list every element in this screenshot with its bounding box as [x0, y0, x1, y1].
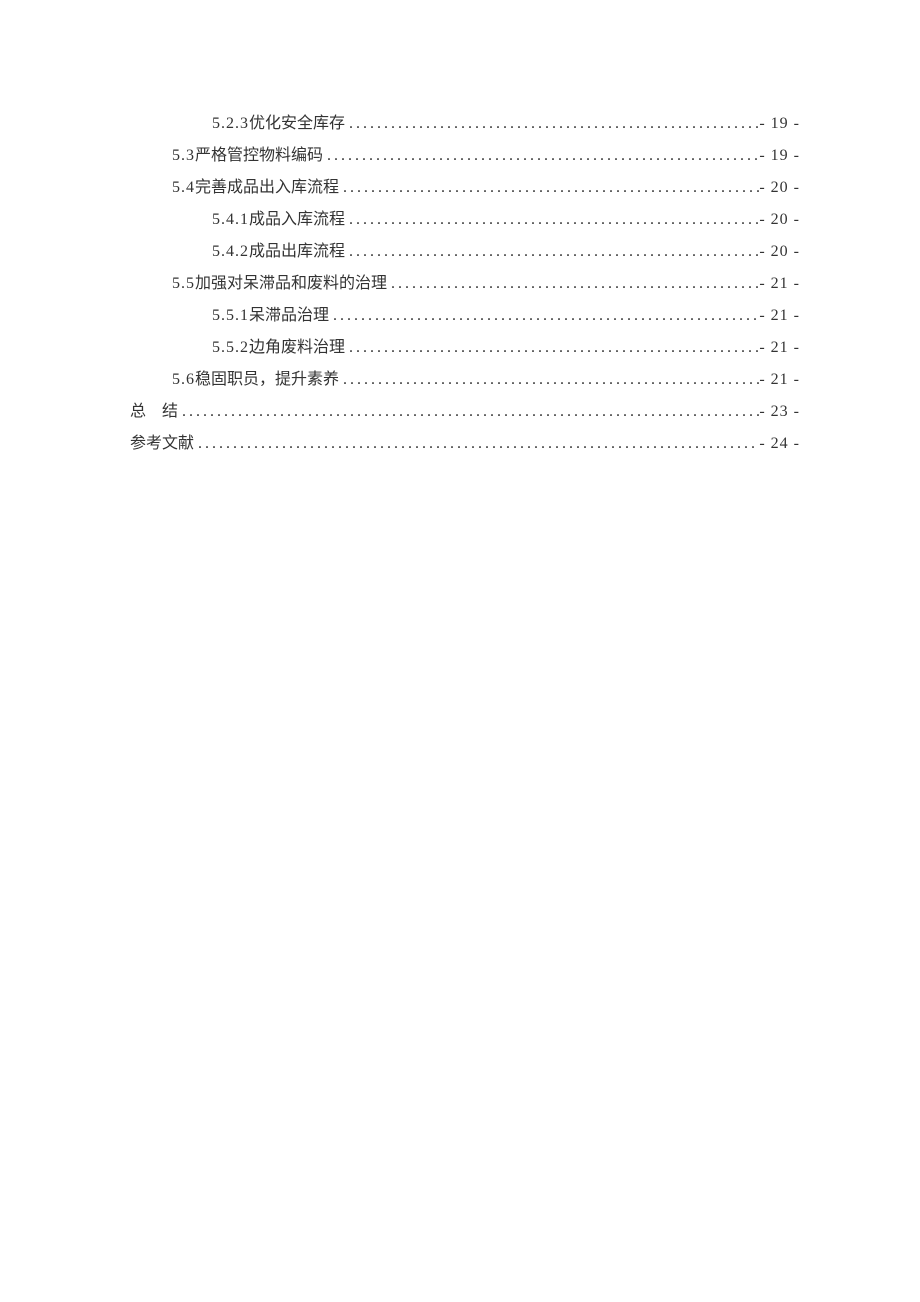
entry-title: 严格管控物料编码 — [195, 140, 323, 172]
leader-dots — [194, 428, 759, 460]
toc-entry: 参考文献 - 24 - — [130, 428, 800, 460]
entry-title: 完善成品出入库流程 — [195, 172, 339, 204]
entry-title: 总 结 — [130, 396, 178, 428]
leader-dots — [387, 268, 759, 300]
entry-title: 优化安全库存 — [249, 108, 345, 140]
toc-entry: 5.6 稳固职员，提升素养 - 21 - — [130, 364, 800, 396]
table-of-contents: 5.2.3 优化安全库存 - 19 - 5.3 严格管控物料编码 - 19 - … — [130, 108, 800, 460]
toc-entry: 5.5 加强对呆滞品和废料的治理 - 21 - — [130, 268, 800, 300]
entry-page: - 21 - — [759, 332, 800, 364]
leader-dots — [339, 364, 759, 396]
entry-number: 5.4.2 — [212, 236, 249, 268]
toc-entry: 5.5.1 呆滞品治理 - 21 - — [130, 300, 800, 332]
entry-page: - 21 - — [759, 268, 800, 300]
entry-page: - 19 - — [759, 108, 800, 140]
toc-entry: 5.2.3 优化安全库存 - 19 - — [130, 108, 800, 140]
leader-dots — [323, 140, 759, 172]
entry-number: 5.5.2 — [212, 332, 249, 364]
leader-dots — [345, 236, 759, 268]
entry-page: - 20 - — [759, 236, 800, 268]
leader-dots — [339, 172, 759, 204]
toc-entry: 5.4.2 成品出库流程 - 20 - — [130, 236, 800, 268]
leader-dots — [178, 396, 759, 428]
leader-dots — [345, 108, 759, 140]
entry-page: - 24 - — [759, 428, 800, 460]
leader-dots — [329, 300, 759, 332]
entry-number: 5.5.1 — [212, 300, 249, 332]
entry-number: 5.2.3 — [212, 108, 249, 140]
entry-page: - 21 - — [759, 364, 800, 396]
entry-title: 参考文献 — [130, 428, 194, 460]
leader-dots — [345, 204, 759, 236]
entry-number: 5.4 — [172, 172, 195, 204]
entry-title: 加强对呆滞品和废料的治理 — [195, 268, 387, 300]
entry-page: - 21 - — [759, 300, 800, 332]
toc-entry: 5.4 完善成品出入库流程 - 20 - — [130, 172, 800, 204]
entry-title: 边角废料治理 — [249, 332, 345, 364]
entry-page: - 23 - — [759, 396, 800, 428]
entry-title: 成品出库流程 — [249, 236, 345, 268]
leader-dots — [345, 332, 759, 364]
entry-number: 5.6 — [172, 364, 195, 396]
entry-number: 5.3 — [172, 140, 195, 172]
toc-entry: 5.4.1 成品入库流程 - 20 - — [130, 204, 800, 236]
toc-entry: 5.5.2 边角废料治理 - 21 - — [130, 332, 800, 364]
entry-number: 5.4.1 — [212, 204, 249, 236]
entry-title: 呆滞品治理 — [249, 300, 329, 332]
toc-entry: 总 结 - 23 - — [130, 396, 800, 428]
toc-entry: 5.3 严格管控物料编码 - 19 - — [130, 140, 800, 172]
entry-number: 5.5 — [172, 268, 195, 300]
entry-title: 稳固职员，提升素养 — [195, 364, 339, 396]
entry-page: - 20 - — [759, 172, 800, 204]
entry-title: 成品入库流程 — [249, 204, 345, 236]
entry-page: - 19 - — [759, 140, 800, 172]
entry-page: - 20 - — [759, 204, 800, 236]
